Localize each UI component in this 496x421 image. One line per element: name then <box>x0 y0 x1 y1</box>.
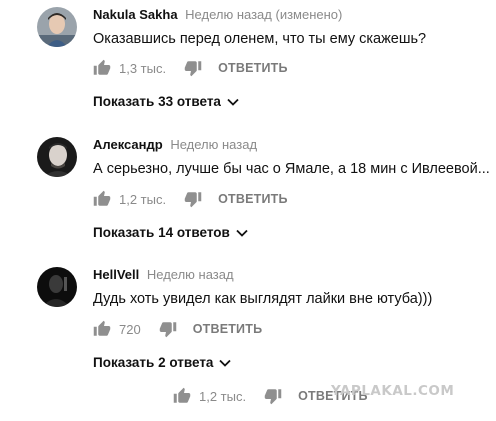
like-button[interactable] <box>93 320 111 338</box>
comment-actions: 720 ОТВЕТИТЬ <box>93 319 262 339</box>
avatar-young-man-icon <box>37 7 77 47</box>
comment-actions: 1,3 тыс. ОТВЕТИТЬ <box>93 58 288 78</box>
chevron-down-icon <box>236 225 248 240</box>
avatar[interactable] <box>37 7 77 47</box>
comment-text: Оказавшись перед оленем, что ты ему скаж… <box>93 31 427 47</box>
thumb-up-icon <box>93 190 111 206</box>
comment-text: А серьезно, лучше бы час о Ямале, а 18 м… <box>93 161 490 177</box>
show-replies-label: Показать 14 ответов <box>93 225 230 240</box>
like-count: 1,2 тыс. <box>119 191 167 207</box>
show-replies-button[interactable]: Показать 14 ответов <box>93 225 248 240</box>
thumb-up-icon <box>93 320 111 336</box>
author-name[interactable]: Nakula Sakha <box>93 7 178 22</box>
reply-button[interactable]: ОТВЕТИТЬ <box>193 322 263 336</box>
avatar[interactable] <box>37 137 77 177</box>
reply-button[interactable]: ОТВЕТИТЬ <box>218 192 288 206</box>
comment-text: Дудь хоть увидел как выглядят лайки вне … <box>93 291 433 307</box>
dislike-button[interactable] <box>184 190 202 208</box>
show-replies-label: Показать 2 ответа <box>93 355 214 370</box>
comment-actions: 1,2 тыс. ОТВЕТИТЬ <box>93 189 288 209</box>
author-name[interactable]: Александр <box>93 137 163 152</box>
reply-button[interactable]: ОТВЕТИТЬ <box>218 61 288 75</box>
comment-meta: Nakula Sakha Неделю назад (изменено) <box>93 7 342 23</box>
thumb-down-icon <box>184 192 202 208</box>
dislike-button[interactable] <box>159 320 177 338</box>
show-replies-button[interactable]: Показать 2 ответа <box>93 355 232 370</box>
dislike-button[interactable] <box>184 59 202 77</box>
avatar-man-portrait-icon <box>37 137 77 177</box>
thumb-up-icon <box>173 387 191 403</box>
comment-meta: HellVell Неделю назад <box>93 267 234 283</box>
comment-time[interactable]: Неделю назад (изменено) <box>185 7 342 22</box>
comment-time[interactable]: Неделю назад <box>147 267 234 282</box>
thumb-down-icon <box>184 61 202 77</box>
thumb-down-icon <box>159 322 176 338</box>
chevron-down-icon <box>227 94 239 109</box>
thumb-up-icon <box>93 59 111 75</box>
like-button[interactable] <box>93 190 111 208</box>
avatar[interactable] <box>37 267 77 307</box>
avatar-dark-silhouette-icon <box>37 267 77 307</box>
thumb-down-icon <box>264 389 282 405</box>
watermark-logo: YAPLAKAL.COM <box>331 383 455 399</box>
chevron-down-icon <box>219 355 232 370</box>
like-count: 720 <box>119 321 141 337</box>
show-replies-button[interactable]: Показать 33 ответа <box>93 94 239 109</box>
comment-meta: Александр Неделю назад <box>93 137 257 153</box>
author-name[interactable]: HellVell <box>93 267 139 282</box>
like-count: 1,3 тыс. <box>119 60 167 76</box>
comment-time[interactable]: Неделю назад <box>170 137 257 152</box>
dislike-button[interactable] <box>264 387 282 405</box>
show-replies-label: Показать 33 ответа <box>93 94 221 109</box>
like-button[interactable] <box>93 59 111 77</box>
like-count: 1,2 тыс. <box>199 388 247 404</box>
like-button[interactable] <box>173 387 191 405</box>
